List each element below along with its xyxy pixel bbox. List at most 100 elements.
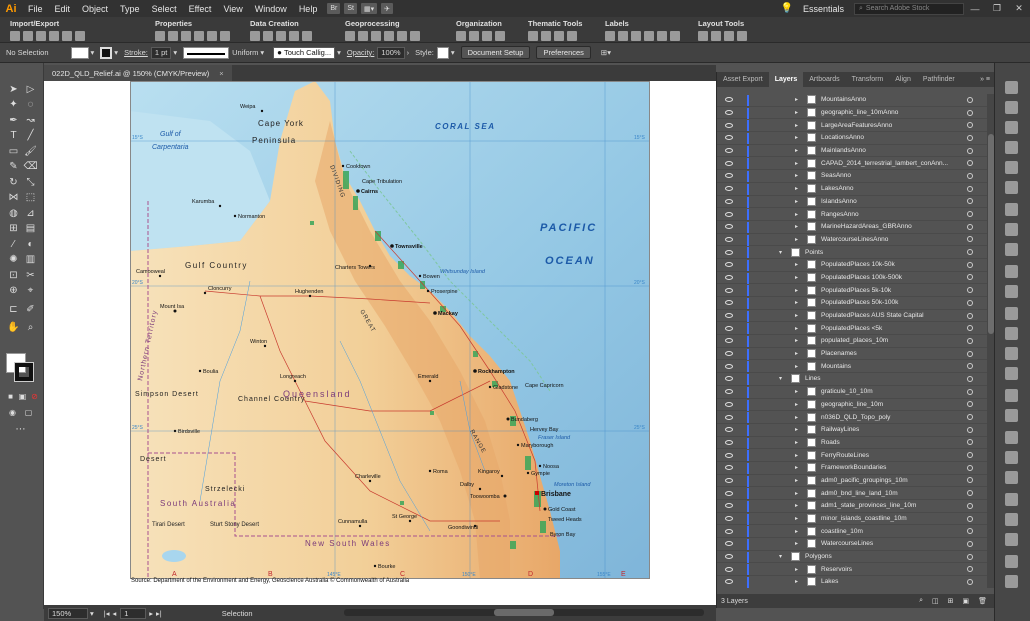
- offset-icon[interactable]: [410, 31, 420, 41]
- document-setup-button[interactable]: Document Setup: [460, 46, 531, 59]
- map-attributes-panel-icon[interactable]: [1005, 451, 1018, 464]
- grid-a1-icon[interactable]: [711, 31, 721, 41]
- visibility-eye-icon[interactable]: [725, 516, 733, 522]
- label-pro-icon[interactable]: [605, 31, 615, 41]
- stroke-color-box[interactable]: [14, 362, 34, 382]
- layer-row[interactable]: ▸ MarineHazardAreas_GBRAnno: [717, 221, 987, 234]
- layer-row[interactable]: ▸ WatercourseLines: [717, 538, 987, 551]
- visibility-eye-icon[interactable]: [725, 554, 733, 560]
- visibility-eye-icon[interactable]: [725, 186, 733, 192]
- chevron-right-icon[interactable]: ▸: [795, 274, 798, 281]
- restore-button[interactable]: ❐: [986, 3, 1008, 14]
- layer-target-icon[interactable]: [967, 350, 973, 357]
- variable-width-profile[interactable]: [183, 46, 230, 59]
- libraries-panel-icon[interactable]: [1005, 101, 1018, 114]
- layer-row[interactable]: ▸ n036D_QLD_Topo_poly: [717, 411, 987, 424]
- mapublisher-label-panel-icon[interactable]: [1005, 555, 1018, 568]
- visibility-eye-icon[interactable]: [725, 198, 733, 204]
- visibility-eye-icon[interactable]: [725, 262, 733, 268]
- layer-row[interactable]: ▾ Polygons: [717, 551, 987, 564]
- zoom-tool-icon[interactable]: ⌕: [24, 321, 37, 334]
- visibility-eye-icon[interactable]: [725, 541, 733, 547]
- last-artboard-icon[interactable]: ▸|: [156, 609, 162, 618]
- chevron-right-icon[interactable]: ▸: [795, 172, 798, 179]
- chevron-down-icon[interactable]: ▾: [91, 48, 95, 57]
- selection-tool-icon[interactable]: ➤: [7, 83, 20, 96]
- chevron-right-icon[interactable]: ▸: [795, 287, 798, 294]
- density-icon[interactable]: [554, 31, 564, 41]
- gpu-rocket-icon[interactable]: ✈: [381, 3, 393, 14]
- scale-bar-icon[interactable]: [724, 31, 734, 41]
- pathfinder-panel-icon[interactable]: [1005, 533, 1018, 546]
- layer-row[interactable]: ▸ IslandsAnno: [717, 196, 987, 209]
- workspace-switcher[interactable]: Essentials: [803, 4, 844, 14]
- layer-target-icon[interactable]: [967, 566, 973, 573]
- queensland-relief-map[interactable]: CORAL SEA PACIFIC OCEAN Gulf of Carpenta…: [130, 81, 650, 579]
- layer-row[interactable]: ▸ PopulatedPlaces 100k-500k: [717, 272, 987, 285]
- stroke-panel-icon[interactable]: [1005, 203, 1018, 216]
- stock-search-input[interactable]: ⌕ Search Adobe Stock: [854, 2, 964, 15]
- rectangle-tool-icon[interactable]: ▭: [7, 145, 20, 158]
- visibility-eye-icon[interactable]: [725, 160, 733, 166]
- point-icon[interactable]: [250, 31, 260, 41]
- zoom-level-field[interactable]: 150%: [48, 607, 88, 619]
- close-tab-icon[interactable]: ×: [219, 69, 223, 78]
- layer-row[interactable]: ▸ LocationsAnno: [717, 132, 987, 145]
- visibility-eye-icon[interactable]: [725, 579, 733, 585]
- chevron-right-icon[interactable]: ▸: [795, 515, 798, 522]
- free-transform-tool-icon[interactable]: ⬚: [24, 191, 37, 204]
- chevron-right-icon[interactable]: ▸: [795, 198, 798, 205]
- symbol-sprayer-tool-icon[interactable]: ✺: [7, 253, 20, 266]
- measure-tool-icon[interactable]: ✐: [24, 303, 37, 316]
- layer-target-icon[interactable]: [967, 464, 973, 471]
- menu-type[interactable]: Type: [114, 4, 146, 14]
- screen-mode-icon[interactable]: ▢: [22, 406, 35, 419]
- layer-target-icon[interactable]: [967, 325, 973, 332]
- fill-swatch[interactable]: [70, 46, 89, 59]
- edit-toolbar-icon[interactable]: ⋯: [14, 423, 27, 436]
- visibility-eye-icon[interactable]: [725, 148, 733, 154]
- lasso-tool-icon[interactable]: ◌: [24, 98, 37, 111]
- chevron-right-icon[interactable]: ▸: [795, 477, 798, 484]
- graphic-styles-panel-icon[interactable]: [1005, 285, 1018, 298]
- visibility-eye-icon[interactable]: [725, 503, 733, 509]
- layer-target-icon[interactable]: [967, 249, 973, 256]
- layer-target-icon[interactable]: [967, 96, 973, 103]
- layer-row[interactable]: ▸ MainlandsAnno: [717, 145, 987, 158]
- layer-target-icon[interactable]: [967, 172, 973, 179]
- chevron-right-icon[interactable]: ▸: [795, 122, 798, 129]
- layer-target-icon[interactable]: [967, 299, 973, 306]
- perspective-grid-tool-icon[interactable]: ⊿: [24, 207, 37, 220]
- map-view-icon[interactable]: [456, 31, 466, 41]
- label-settings-icon[interactable]: [670, 31, 680, 41]
- chevron-right-icon[interactable]: ▸: [795, 578, 798, 585]
- layer-row[interactable]: ▸ minor_islands_coastline_10m: [717, 513, 987, 526]
- layer-row[interactable]: ▸ PopulatedPlaces <5k: [717, 322, 987, 336]
- layers-panel-icon[interactable]: [1005, 327, 1018, 340]
- eyedropper-tool-icon[interactable]: ⁄: [7, 238, 20, 251]
- symbol-icon[interactable]: [567, 31, 577, 41]
- visibility-eye-icon[interactable]: [725, 477, 733, 483]
- layer-target-icon[interactable]: [967, 528, 973, 535]
- mapublisher-tool-icon[interactable]: ⊕: [7, 284, 20, 297]
- chevron-down-icon[interactable]: ▾: [90, 609, 94, 618]
- layer-row[interactable]: ▸ populated_places_10m: [717, 335, 987, 348]
- tab-pathfinder[interactable]: Pathfinder: [917, 72, 961, 87]
- layer-target-icon[interactable]: [967, 553, 973, 560]
- artboard-number-field[interactable]: 1: [120, 607, 147, 619]
- chevron-down-icon[interactable]: ▾: [173, 48, 177, 57]
- direct-selection-tool-icon[interactable]: ▷: [24, 83, 37, 96]
- layer-row[interactable]: ▸ CAPAD_2014_terrestrial_lambert_conAnn..…: [717, 157, 987, 171]
- pen-tool-icon[interactable]: ✒: [7, 114, 20, 127]
- visibility-eye-icon[interactable]: [725, 224, 733, 230]
- gradient-panel-icon[interactable]: [1005, 223, 1018, 236]
- first-artboard-icon[interactable]: |◂: [104, 609, 110, 618]
- hand-tool-icon[interactable]: ✋: [7, 321, 20, 334]
- none-mode-icon[interactable]: ⊘: [28, 390, 41, 403]
- stylesheet-icon[interactable]: [482, 31, 492, 41]
- locate-object-icon[interactable]: ⌕: [919, 597, 923, 605]
- visibility-eye-icon[interactable]: [725, 135, 733, 141]
- panel-menu-icon[interactable]: » ≡: [980, 76, 995, 83]
- label-curve-icon[interactable]: [631, 31, 641, 41]
- chevron-down-icon[interactable]: ▾: [779, 553, 782, 560]
